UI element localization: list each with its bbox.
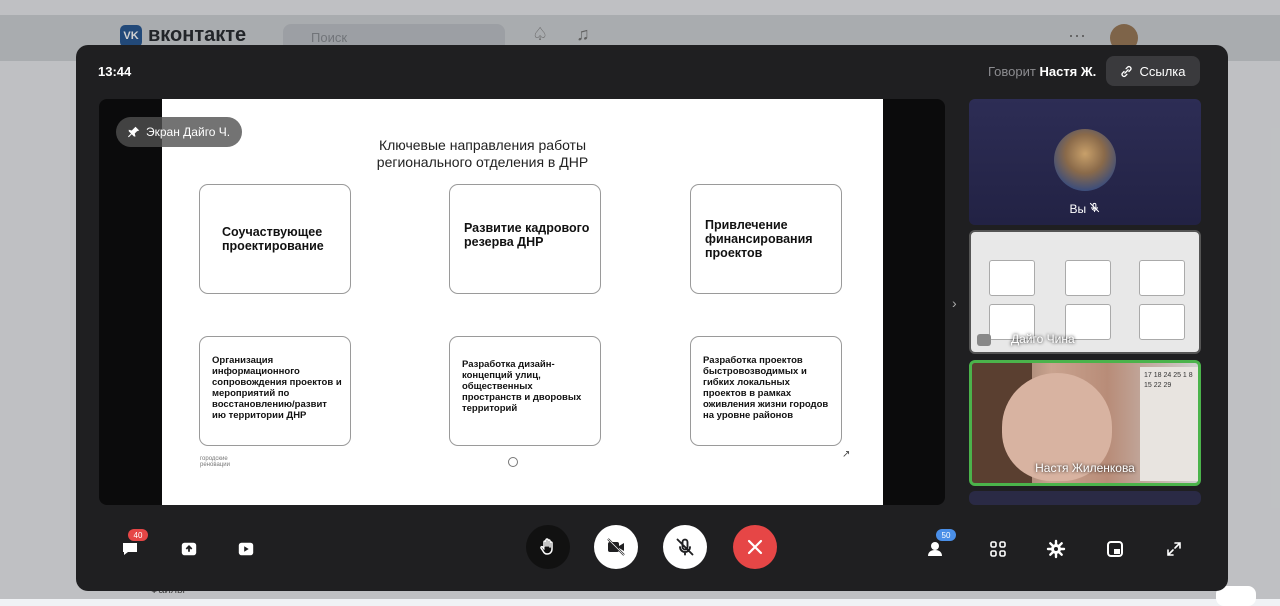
slide-logo: городские реновации — [200, 456, 230, 468]
slide-title: Ключевые направления работы региональног… — [162, 137, 883, 171]
speaking-prefix: Говорит — [988, 64, 1036, 79]
share-screen-icon — [181, 542, 197, 556]
link-button[interactable]: Ссылка — [1106, 56, 1200, 86]
mini-card — [1139, 304, 1185, 340]
mic-off-button[interactable] — [663, 525, 707, 569]
mic-off-icon — [676, 538, 694, 556]
call-controls: 40 50 — [76, 525, 1228, 571]
pin-icon — [128, 126, 140, 138]
camera-off-button[interactable] — [594, 525, 638, 569]
mic-off-icon — [1090, 202, 1100, 213]
speaking-indicator: Говорит Настя Ж. — [988, 64, 1096, 79]
participant-label: Вы — [1069, 202, 1087, 216]
slide-title-line2: регионального отделения в ДНР — [376, 154, 589, 170]
chat-button[interactable]: 40 — [118, 529, 148, 561]
participants-badge: 50 — [936, 529, 956, 541]
share-screen-button[interactable] — [177, 537, 201, 561]
settings-button[interactable] — [1044, 537, 1068, 561]
pinned-screen-label: Экран Дайго Ч. — [146, 125, 231, 139]
participant-tile-speaker[interactable]: 17 18 24 25 1 8 15 22 29 Настя Жиленкова — [969, 360, 1201, 486]
participant-name-you: Вы — [969, 202, 1201, 216]
fullscreen-icon — [1167, 542, 1181, 556]
end-call-button[interactable] — [733, 525, 777, 569]
pinned-screen-chip[interactable]: Экран Дайго Ч. — [116, 117, 243, 147]
screen-share[interactable]: Ключевые направления работы региональног… — [99, 99, 945, 505]
slide-title-line1: Ключевые направления работы — [378, 137, 587, 153]
presentation-slide: Ключевые направления работы региональног… — [162, 99, 883, 505]
slide-card-2: Развитие кадрового резерва ДНР — [449, 184, 601, 294]
link-label: Ссылка — [1139, 63, 1186, 79]
record-icon — [238, 542, 254, 556]
chat-badge: 40 — [128, 529, 148, 541]
speaking-name: Настя Ж. — [1039, 64, 1097, 79]
slide-card-1: Соучаствующее проектирование — [199, 184, 351, 294]
layout-icon — [1107, 541, 1123, 557]
participant-tile-you[interactable]: Вы — [969, 99, 1201, 225]
chat-icon — [123, 543, 137, 555]
participant-tile-screen[interactable]: Дайго Чина — [969, 230, 1201, 354]
layout-button[interactable] — [1103, 537, 1127, 561]
camera-off-icon — [607, 538, 625, 556]
screen-share-icon — [977, 334, 991, 346]
raise-hand-button[interactable] — [526, 525, 570, 569]
link-icon — [1121, 65, 1133, 77]
participant-tile-next[interactable] — [969, 491, 1201, 505]
slide-card-4: Организация информационного сопровождени… — [199, 336, 351, 446]
chevron-right-icon[interactable]: › — [952, 295, 957, 311]
fullscreen-button[interactable] — [1162, 537, 1186, 561]
slide-logo-line2: реновации — [200, 462, 230, 468]
hand-icon — [540, 538, 553, 555]
participant-name-speaker: Настя Жиленкова — [1035, 461, 1135, 475]
slide-card-6: Разработка проектов быстровозводимых и г… — [690, 336, 842, 446]
slide-card-5: Разработка дизайн-концепций улиц, общест… — [449, 336, 601, 446]
close-icon — [747, 539, 763, 555]
participants-icon — [928, 542, 942, 556]
slide-circle-icon — [508, 457, 518, 467]
avatar — [1054, 129, 1116, 191]
cursor-icon: ↗ — [842, 449, 851, 460]
gear-icon — [1046, 539, 1066, 559]
grid-view-icon — [990, 541, 1006, 557]
mini-card — [989, 260, 1035, 296]
slide-card-3: Привлечение финансирования проектов — [690, 184, 842, 294]
mini-slide-title — [1011, 242, 1151, 250]
participant-name-screen: Дайго Чина — [1011, 332, 1075, 346]
mini-card — [1065, 260, 1111, 296]
mini-card — [1139, 260, 1185, 296]
call-time: 13:44 — [98, 64, 132, 79]
grid-view-button[interactable] — [986, 537, 1010, 561]
participants-button[interactable]: 50 — [926, 529, 956, 561]
call-window: 13:44 Говорит Настя Ж. Ссылка Ключевые н… — [76, 45, 1228, 591]
record-button[interactable] — [234, 537, 258, 561]
